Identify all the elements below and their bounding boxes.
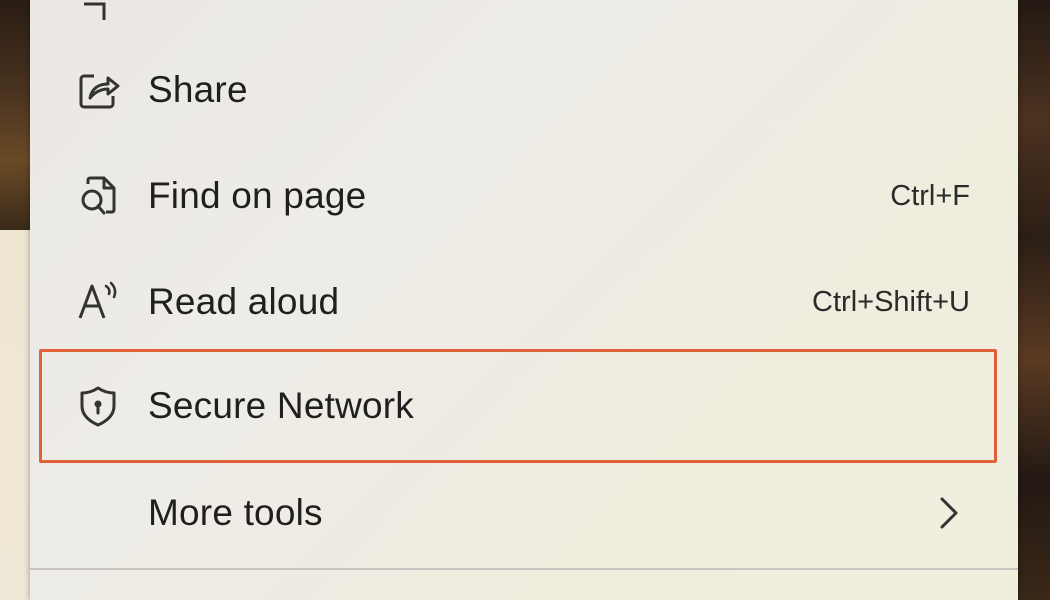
shield-icon <box>74 382 122 430</box>
chevron-right-icon <box>940 497 958 529</box>
menu-item-label: Secure Network <box>148 385 415 426</box>
partial-item-icon <box>74 0 122 24</box>
context-menu: Share Find on page Ctrl+F Read aloud Ctr… <box>30 0 1018 600</box>
find-on-page-icon <box>74 172 122 220</box>
menu-item-find-on-page[interactable]: Find on page Ctrl+F <box>30 146 1018 246</box>
menu-item-read-aloud[interactable]: Read aloud Ctrl+Shift+U <box>30 252 1018 352</box>
background-page-left <box>0 230 30 600</box>
shortcut-text: Ctrl+Shift+U <box>812 285 970 318</box>
menu-item-share[interactable]: Share <box>30 40 1018 140</box>
background-photo-left <box>0 0 30 230</box>
background-photo-right <box>1018 0 1050 600</box>
menu-item-more-tools[interactable]: More tools <box>30 463 1018 563</box>
read-aloud-icon <box>74 278 122 326</box>
menu-divider <box>30 568 1018 570</box>
menu-item-label: Share <box>148 69 248 110</box>
menu-item-label: Read aloud <box>148 281 340 322</box>
menu-item-label: More tools <box>148 492 323 533</box>
menu-item-secure-network[interactable]: Secure Network <box>30 356 1018 456</box>
share-icon <box>74 66 122 114</box>
menu-item-label: Find on page <box>148 175 367 216</box>
shortcut-text: Ctrl+F <box>890 179 970 212</box>
